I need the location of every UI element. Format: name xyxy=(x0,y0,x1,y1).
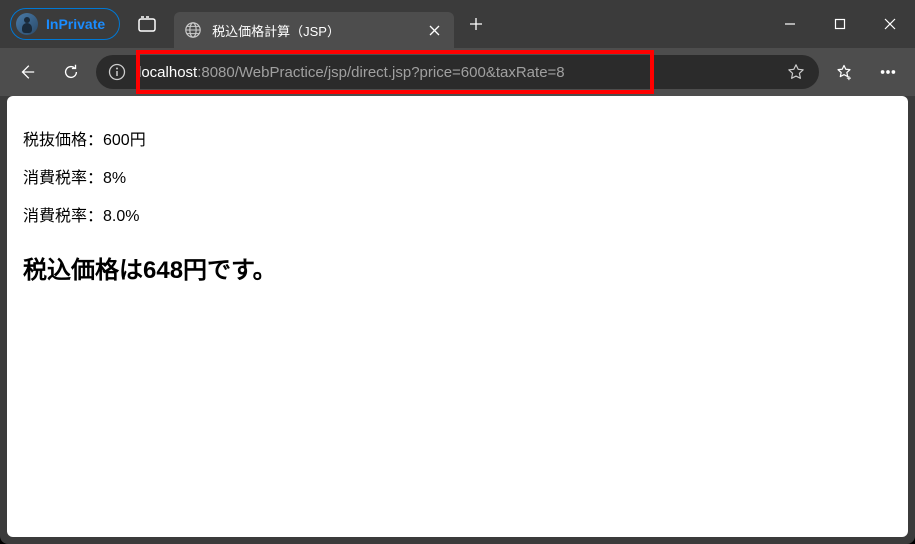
settings-menu-button[interactable] xyxy=(869,53,907,91)
window-controls xyxy=(765,0,915,48)
active-tab[interactable]: 税込価格計算（JSP） xyxy=(174,12,454,48)
favorite-button[interactable] xyxy=(779,57,813,87)
star-plus-icon xyxy=(835,63,853,81)
close-icon xyxy=(884,18,896,30)
tax-rate-int-line: 消費税率：8% xyxy=(23,164,892,188)
url-host: localhost xyxy=(138,64,197,81)
close-icon xyxy=(429,25,440,36)
info-icon xyxy=(108,63,126,81)
favorites-button[interactable] xyxy=(825,53,863,91)
tab-close-button[interactable] xyxy=(424,20,444,40)
site-info-button[interactable] xyxy=(106,61,128,83)
arrow-left-icon xyxy=(18,63,36,81)
back-button[interactable] xyxy=(8,53,46,91)
refresh-icon xyxy=(62,63,80,81)
tab-title: 税込価格計算（JSP） xyxy=(212,21,414,40)
globe-icon xyxy=(184,21,202,39)
maximize-button[interactable] xyxy=(815,0,865,48)
price-incl-tax-heading: 税込価格は648円です。 xyxy=(23,250,892,285)
tab-actions-button[interactable] xyxy=(128,5,166,43)
inprivate-label: InPrivate xyxy=(46,16,105,32)
refresh-button[interactable] xyxy=(52,53,90,91)
inprivate-avatar-icon xyxy=(16,13,38,35)
price-excl-tax-line: 税抜価格：600円 xyxy=(23,126,892,150)
inprivate-badge[interactable]: InPrivate xyxy=(10,8,120,40)
address-bar[interactable]: localhost:8080/WebPractice/jsp/direct.js… xyxy=(96,55,819,89)
star-icon xyxy=(787,63,805,81)
more-icon xyxy=(879,63,897,81)
maximize-icon xyxy=(834,18,846,30)
close-window-button[interactable] xyxy=(865,0,915,48)
tab-overview-icon xyxy=(138,16,156,32)
minimize-button[interactable] xyxy=(765,0,815,48)
page-content: 税抜価格：600円 消費税率：8% 消費税率：8.0% 税込価格は648円です。 xyxy=(7,96,908,537)
new-tab-button[interactable] xyxy=(458,6,494,42)
plus-icon xyxy=(469,17,483,31)
url-text[interactable]: localhost:8080/WebPractice/jsp/direct.js… xyxy=(138,64,769,81)
toolbar: localhost:8080/WebPractice/jsp/direct.js… xyxy=(0,48,915,96)
minimize-icon xyxy=(784,18,796,30)
titlebar: InPrivate 税込価格計算（JSP） xyxy=(0,0,915,48)
tax-rate-float-line: 消費税率：8.0% xyxy=(23,202,892,226)
url-path: :8080/WebPractice/jsp/direct.jsp?price=6… xyxy=(197,64,564,81)
browser-window: InPrivate 税込価格計算（JSP） xyxy=(0,0,915,544)
